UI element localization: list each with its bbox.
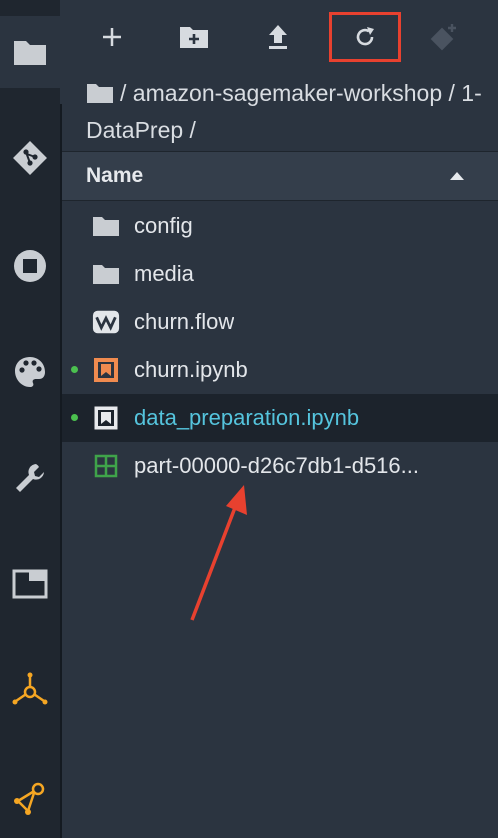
file-browser-panel: / amazon-sagemaker-workshop / 1-DataPrep… [62, 0, 498, 838]
file-item-churn-ipynb[interactable]: churn.ipynb [62, 346, 498, 394]
file-name: churn.flow [134, 309, 235, 334]
sagemaker-resources-icon [14, 782, 45, 815]
name-column-label: Name [86, 164, 144, 187]
git-icon [13, 141, 47, 175]
file-name: data_preparation.ipynb [134, 405, 360, 430]
notebook-icon [92, 406, 120, 430]
plus-icon [103, 28, 121, 46]
file-browser-tab[interactable] [0, 16, 60, 88]
sagemaker-resources-tab[interactable] [0, 762, 60, 834]
notebook-icon [92, 358, 120, 382]
file-list: config media churn.flow churn.ipynb data… [62, 202, 498, 490]
window-icon [12, 569, 48, 599]
refresh-icon [356, 27, 374, 46]
upload-icon [269, 25, 287, 49]
folder-icon [92, 262, 120, 286]
file-name: part-00000-d26c7db1-d516... [134, 453, 419, 478]
sagemaker-experiments-tab[interactable] [0, 654, 60, 726]
stop-circle-icon [14, 250, 46, 282]
kernel-running-indicator [71, 414, 78, 421]
file-item-part-csv[interactable]: part-00000-d26c7db1-d516... [62, 442, 498, 490]
open-tabs-tab[interactable] [0, 548, 60, 620]
list-header-name[interactable]: Name [62, 151, 498, 201]
folder-icon[interactable] [86, 79, 114, 113]
wrench-icon [16, 464, 44, 492]
git-clone-icon [430, 24, 456, 51]
file-name: churn.ipynb [134, 357, 248, 382]
command-palette-tab[interactable] [0, 336, 60, 408]
sagemaker-experiments-icon [12, 672, 48, 705]
file-item-config[interactable]: config [62, 202, 498, 250]
activity-bar [0, 0, 60, 838]
folder-icon [92, 214, 120, 238]
running-sessions-tab[interactable] [0, 230, 60, 302]
file-browser-toolbar [62, 0, 498, 76]
refresh-button[interactable] [329, 12, 401, 62]
property-inspector-tab[interactable] [0, 442, 60, 514]
git-tab[interactable] [0, 122, 60, 194]
upload-button[interactable] [242, 12, 314, 62]
file-name: config [134, 213, 193, 238]
new-launcher-button[interactable] [76, 12, 148, 62]
spreadsheet-icon [92, 454, 120, 478]
file-name: media [134, 261, 194, 286]
breadcrumb-path[interactable]: / amazon-sagemaker-workshop / 1-DataPrep… [86, 80, 482, 143]
palette-icon [15, 357, 45, 387]
file-item-media[interactable]: media [62, 250, 498, 298]
folder-plus-icon [180, 27, 208, 48]
data-wrangler-flow-icon [92, 310, 120, 334]
folder-icon [14, 41, 46, 65]
new-folder-button[interactable] [158, 12, 230, 62]
file-item-data-preparation-ipynb[interactable]: data_preparation.ipynb [62, 394, 498, 442]
breadcrumb: / amazon-sagemaker-workshop / 1-DataPrep… [86, 76, 486, 147]
kernel-running-indicator [71, 366, 78, 373]
file-item-churn-flow[interactable]: churn.flow [62, 298, 498, 346]
sort-ascending-icon [450, 172, 464, 180]
git-clone-button[interactable] [408, 12, 480, 62]
